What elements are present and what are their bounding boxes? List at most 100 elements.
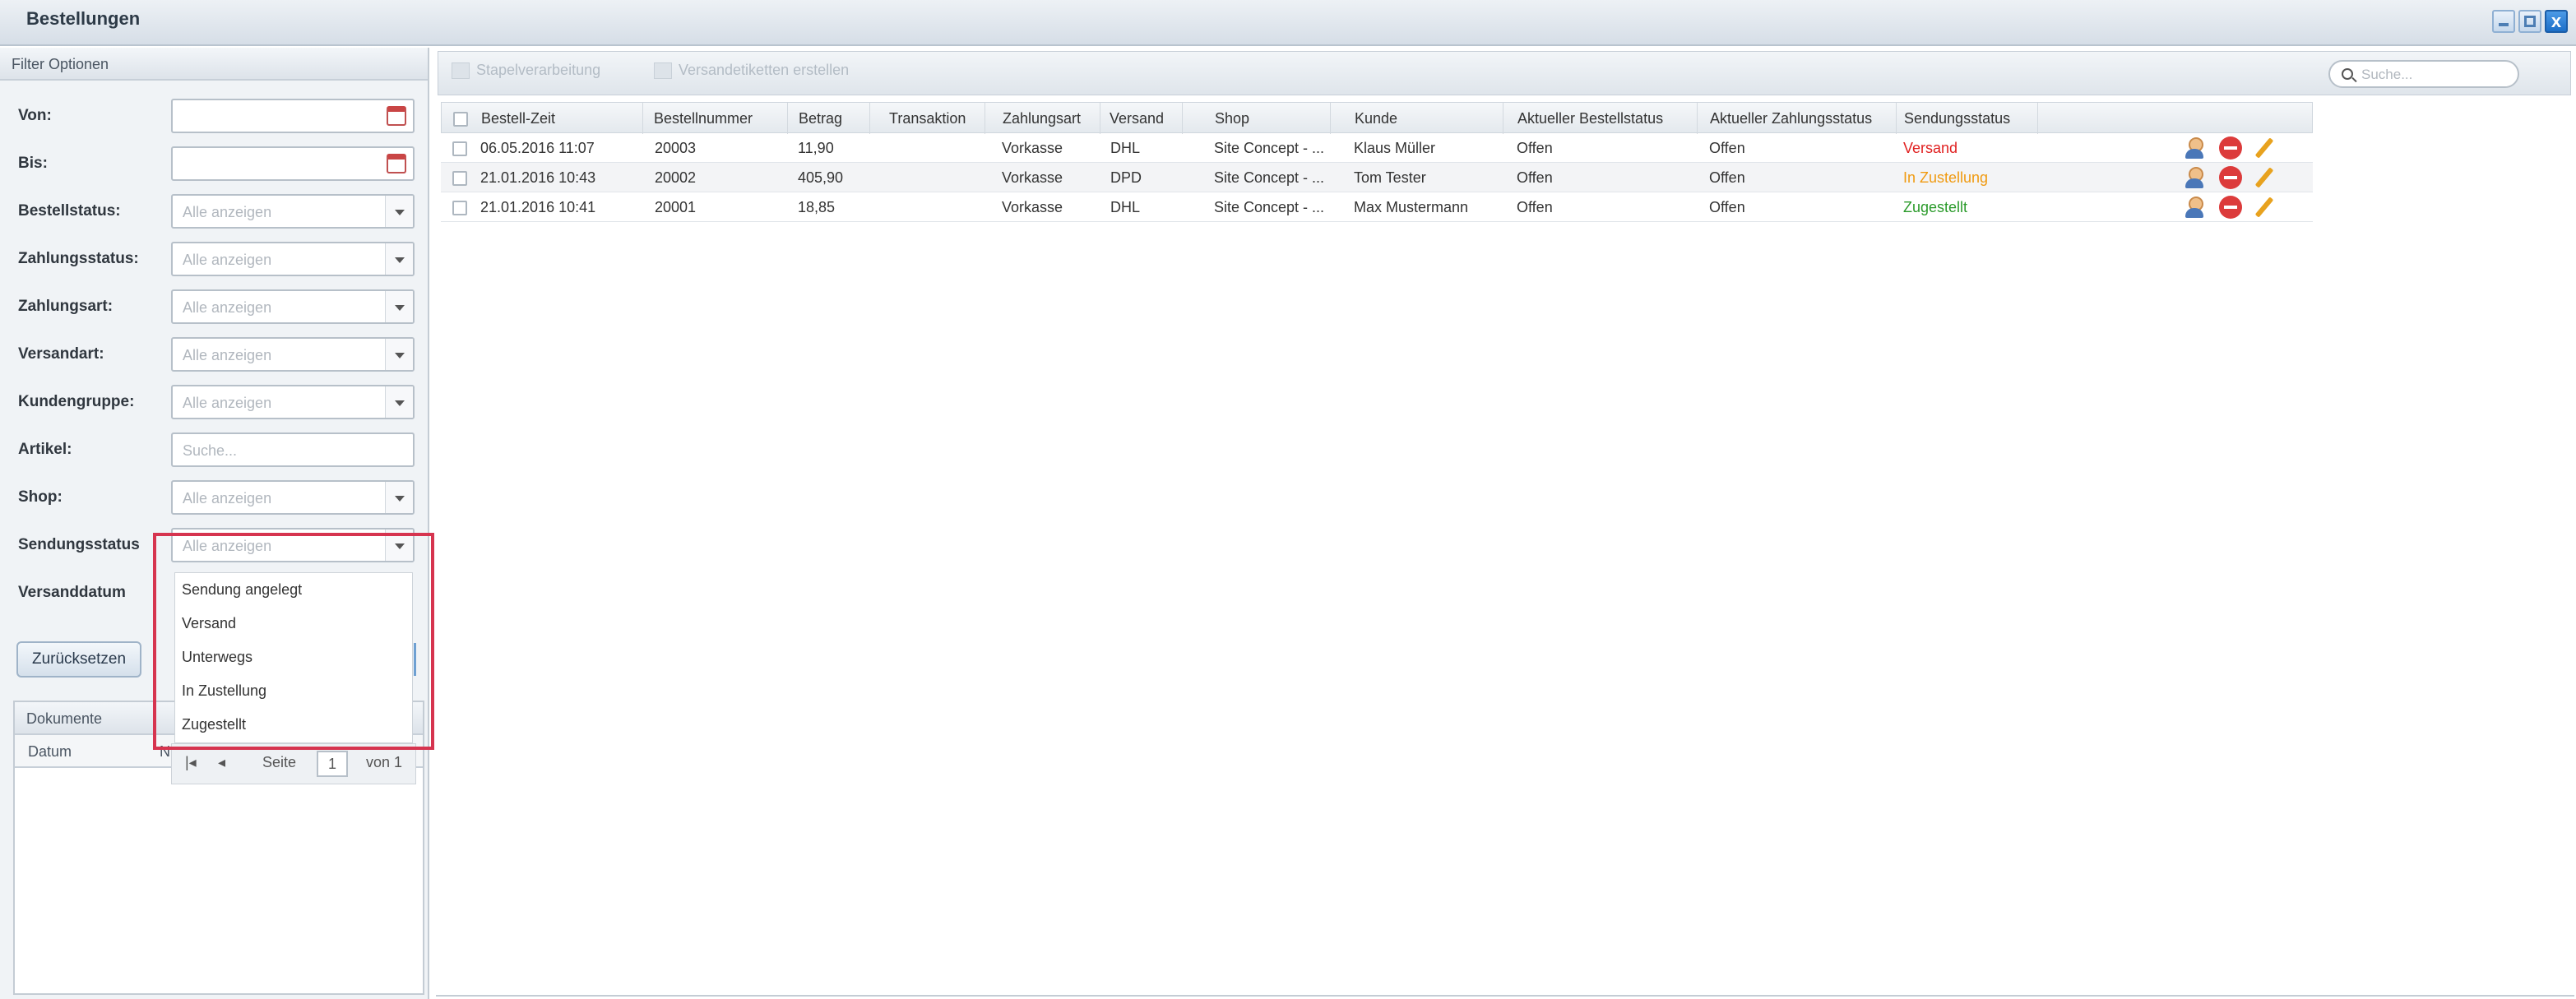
search-input[interactable]: Suche... — [2328, 60, 2519, 88]
payment-status-select[interactable]: Alle anzeigen — [171, 242, 415, 276]
chevron-down-icon[interactable] — [385, 386, 413, 418]
calendar-icon[interactable] — [387, 106, 406, 126]
reset-button[interactable]: Zurücksetzen — [16, 641, 141, 678]
close-icon[interactable]: x — [2545, 10, 2568, 33]
cell-payment-method: Vorkasse — [1002, 199, 1063, 215]
cell-shipment-status: Zugestellt — [1903, 199, 1968, 215]
chevron-down-icon[interactable] — [385, 196, 413, 227]
article-search-input[interactable]: Suche... — [171, 432, 415, 467]
column-header-payment-method[interactable]: Zahlungsart — [1003, 110, 1081, 127]
customer-group-select[interactable]: Alle anzeigen — [171, 385, 415, 419]
select-all-checkbox[interactable] — [453, 112, 468, 127]
filter-row-von: Von: — [0, 97, 429, 138]
column-separator — [2037, 103, 2038, 134]
filter-label: Shop: — [18, 488, 63, 506]
option-versand[interactable]: Versand — [175, 607, 412, 641]
cell-order-status: Offen — [1517, 169, 1553, 186]
table-row[interactable]: 21.01.2016 10:41 20001 18,85 Vorkasse DH… — [441, 192, 2313, 222]
chevron-down-icon[interactable] — [385, 291, 413, 322]
filter-label: Artikel: — [18, 441, 72, 458]
column-separator — [869, 103, 870, 134]
delete-icon[interactable] — [2219, 136, 2242, 160]
filter-label: Von: — [18, 107, 52, 124]
edit-icon[interactable] — [2252, 166, 2275, 189]
cell-shop: Site Concept - ... — [1214, 169, 1325, 186]
select-placeholder: Alle anzeigen — [183, 395, 272, 411]
filter-row-zahlungsstatus: Zahlungsstatus: Alle anzeigen — [0, 240, 429, 281]
column-header-shipping[interactable]: Versand — [1110, 110, 1164, 127]
filter-row-kundengruppe: Kundengruppe: Alle anzeigen — [0, 383, 429, 424]
first-page-icon[interactable]: |◂ — [185, 754, 197, 771]
batch-processing-button[interactable]: Stapelverarbeitung — [452, 62, 601, 80]
option-sendung-angelegt[interactable]: Sendung angelegt — [175, 573, 412, 607]
payment-method-select[interactable]: Alle anzeigen — [171, 289, 415, 324]
column-header-order-time[interactable]: Bestell-Zeit — [481, 110, 555, 127]
user-icon[interactable] — [2183, 196, 2206, 219]
chevron-down-icon[interactable] — [385, 339, 413, 370]
column-separator — [1896, 103, 1897, 134]
filter-row-artikel: Artikel: Suche... — [0, 431, 429, 472]
user-icon[interactable] — [2183, 136, 2206, 160]
table-row[interactable]: 21.01.2016 10:43 20002 405,90 Vorkasse D… — [441, 163, 2313, 192]
search-icon — [2342, 68, 2353, 80]
cell-order-time: 21.01.2016 10:41 — [480, 199, 596, 215]
select-placeholder: Alle anzeigen — [183, 490, 272, 506]
column-header-customer[interactable]: Kunde — [1355, 110, 1397, 127]
column-header-shop[interactable]: Shop — [1215, 110, 1249, 127]
column-header-order-status[interactable]: Aktueller Bestellstatus — [1517, 110, 1663, 127]
row-checkbox[interactable] — [452, 171, 467, 186]
chevron-down-icon[interactable] — [385, 482, 413, 513]
row-checkbox[interactable] — [452, 141, 467, 156]
option-zugestellt[interactable]: Zugestellt — [175, 708, 412, 742]
option-unterwegs[interactable]: Unterwegs — [175, 641, 412, 674]
column-header-payment-status[interactable]: Aktueller Zahlungsstatus — [1710, 110, 1872, 127]
batch-label: Stapelverarbeitung — [476, 62, 601, 78]
create-labels-button[interactable]: Versandetiketten erstellen — [654, 62, 850, 80]
cell-customer: Max Mustermann — [1354, 199, 1469, 215]
calendar-icon[interactable] — [387, 154, 406, 173]
user-icon[interactable] — [2183, 166, 2206, 189]
filter-row-versandart: Versandart: Alle anzeigen — [0, 335, 429, 377]
column-header-shipment-status[interactable]: Sendungsstatus — [1904, 110, 2010, 127]
window-controls: x — [2492, 10, 2568, 33]
cell-payment-method: Vorkasse — [1002, 169, 1063, 186]
shop-select[interactable]: Alle anzeigen — [171, 480, 415, 515]
filter-label: Zahlungsstatus: — [18, 250, 139, 267]
label-icon — [654, 62, 672, 80]
select-placeholder: Alle anzeigen — [183, 299, 272, 316]
from-date-field[interactable] — [171, 99, 415, 133]
delete-icon[interactable] — [2219, 196, 2242, 219]
cell-shipment-status: Versand — [1903, 140, 1958, 156]
column-header-transaction[interactable]: Transaktion — [889, 110, 966, 127]
cell-order-time: 06.05.2016 11:07 — [480, 140, 595, 156]
filter-label: Versandart: — [18, 345, 104, 363]
maximize-icon[interactable] — [2518, 10, 2541, 33]
shipping-method-select[interactable]: Alle anzeigen — [171, 337, 415, 372]
filter-row-shop: Shop: Alle anzeigen — [0, 479, 429, 520]
cell-shop: Site Concept - ... — [1214, 140, 1325, 156]
chevron-down-icon[interactable] — [385, 243, 413, 275]
column-header-amount[interactable]: Betrag — [799, 110, 842, 127]
labels-label: Versandetiketten erstellen — [679, 62, 850, 78]
delete-icon[interactable] — [2219, 166, 2242, 189]
cell-shop: Site Concept - ... — [1214, 199, 1325, 215]
to-date-field[interactable] — [171, 146, 415, 181]
order-status-select[interactable]: Alle anzeigen — [171, 194, 415, 229]
minimize-icon[interactable] — [2492, 10, 2515, 33]
filter-label: Zahlungsart: — [18, 298, 114, 315]
prev-page-icon[interactable]: ◂ — [218, 754, 225, 771]
batch-icon — [452, 62, 470, 80]
filter-panel-title: Filter Optionen — [0, 48, 428, 81]
page-number-input[interactable]: 1 — [317, 751, 348, 777]
option-in-zustellung[interactable]: In Zustellung — [175, 674, 412, 708]
grid-toolbar: Stapelverarbeitung Versandetiketten erst… — [438, 51, 2571, 95]
row-checkbox[interactable] — [452, 201, 467, 215]
column-separator — [642, 103, 643, 134]
edit-icon[interactable] — [2252, 196, 2275, 219]
column-header-order-number[interactable]: Bestellnummer — [654, 110, 753, 127]
column-header-date[interactable]: Datum — [28, 743, 72, 761]
edit-icon[interactable] — [2252, 136, 2275, 160]
table-row[interactable]: 06.05.2016 11:07 20003 11,90 Vorkasse DH… — [441, 133, 2313, 163]
cell-order-status: Offen — [1517, 140, 1553, 156]
column-separator — [1182, 103, 1183, 134]
